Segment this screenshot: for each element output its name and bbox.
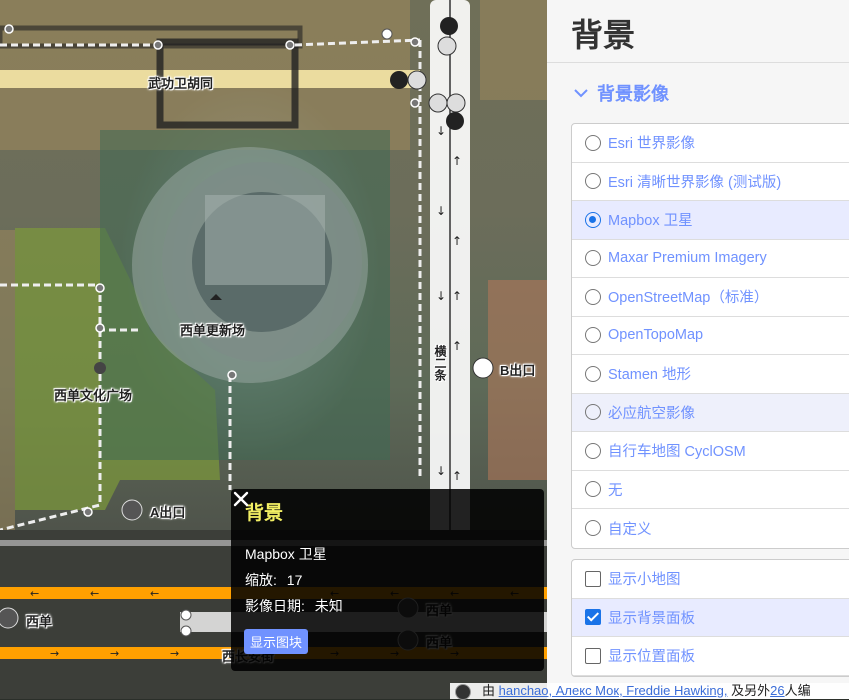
layer-item-stamen-terrain[interactable]: Stamen 地形 — [572, 355, 849, 394]
info-date-value: 未知 — [314, 598, 343, 614]
layer-item-bing-aerial[interactable]: 必应航空影像 — [572, 393, 849, 432]
svg-text:→: → — [50, 647, 59, 660]
radio-button[interactable] — [585, 134, 601, 151]
svg-text:↓: ↓ — [436, 124, 446, 138]
section-header-imagery[interactable]: 背景影像 — [573, 80, 669, 106]
svg-text:↑: ↑ — [452, 339, 462, 353]
info-zoom: 缩放: 17 — [245, 570, 302, 590]
info-date-label: 影像日期: — [245, 598, 305, 614]
info-zoom-value: 17 — [286, 572, 303, 588]
radio-button[interactable] — [585, 520, 601, 537]
layer-label: Stamen 地形 — [608, 367, 691, 384]
svg-text:↓: ↓ — [436, 464, 446, 478]
attribution-count-link[interactable]: 26 — [770, 683, 784, 698]
chevron-down-icon — [574, 89, 588, 98]
street-label-vertical: 横二条 — [433, 345, 447, 381]
svg-text:←: ← — [150, 587, 159, 600]
radio-button[interactable] — [585, 481, 601, 498]
layer-label: Esri 世界影像 — [608, 136, 695, 153]
pane-divider — [547, 62, 849, 63]
attribution-authors-link[interactable]: hanchao, Алекс Мок, Freddie Hawking, — [499, 683, 728, 698]
svg-text:←: ← — [90, 587, 99, 600]
svg-text:↑: ↑ — [452, 469, 462, 483]
layer-label: Mapbox 卫星 — [608, 213, 693, 230]
layer-label: OpenTopoMap — [608, 327, 704, 344]
svg-text:↑: ↑ — [452, 289, 462, 303]
layer-item-none[interactable]: 无 — [572, 471, 849, 509]
exit-label-a: A出口 — [150, 505, 186, 520]
radio-button[interactable] — [585, 250, 601, 267]
background-pane: 背景 背景影像 Esri 世界影像 Esri 清晰世界影像 (测试版) Mapb… — [547, 0, 849, 699]
info-zoom-label: 缩放: — [245, 572, 277, 588]
layer-label: 必应航空影像 — [608, 405, 695, 422]
svg-text:↓: ↓ — [436, 204, 446, 218]
checkbox-checked[interactable] — [585, 609, 601, 626]
radio-button[interactable] — [585, 404, 601, 421]
layer-label: 无 — [608, 482, 623, 499]
layer-item-esri-clarity[interactable]: Esri 清晰世界影像 (测试版) — [572, 163, 849, 201]
attribution-prefix: 由 — [482, 683, 496, 698]
poi-label-xidan-square: 西单文化广场 — [54, 388, 133, 403]
layer-label: 自行车地图 CyclOSM — [608, 444, 746, 461]
layer-item-mapbox-satellite[interactable]: Mapbox 卫星 — [572, 201, 849, 240]
attribution-suffix: 人编 — [784, 683, 811, 698]
poi-label-xidan-gengxin: 西单更新场 — [180, 323, 246, 338]
layer-label: OpenStreetMap（标准） — [608, 290, 769, 307]
layer-item-custom[interactable]: 自定义 — [572, 509, 849, 548]
svg-text:↓: ↓ — [436, 289, 446, 303]
layer-item-opentopomap[interactable]: OpenTopoMap — [572, 317, 849, 355]
radio-button[interactable] — [585, 173, 601, 190]
svg-text:→: → — [110, 647, 119, 660]
attribution-bar: 由 hanchao, Алекс Мок, Freddie Hawking, 及… — [450, 683, 849, 699]
option-show-location-panel[interactable]: 显示位置面板 — [572, 637, 849, 676]
exit-label-b: B出口 — [500, 363, 536, 378]
layer-item-cyclosm[interactable]: 自行车地图 CyclOSM — [572, 432, 849, 471]
layer-item-esri-world[interactable]: Esri 世界影像 — [572, 124, 849, 163]
layer-label: 自定义 — [608, 521, 652, 538]
info-source: Mapbox 卫星 — [245, 546, 327, 562]
close-icon[interactable] — [231, 489, 251, 509]
svg-text:←: ← — [30, 587, 39, 600]
background-info-panel: 背景 Mapbox 卫星 缩放: 17 影像日期: 未知 显示图块 — [231, 489, 544, 671]
radio-button[interactable] — [585, 365, 601, 382]
section-label: 背景影像 — [597, 84, 669, 104]
svg-text:↑: ↑ — [452, 234, 462, 248]
attribution-middle: 及另外 — [731, 683, 771, 698]
display-option-list: 显示小地图 显示背景面板 显示位置面板 — [571, 559, 849, 677]
map-viewport[interactable]: ↓↑↓↑ ↓↑↑↓ ↑ ←←←←←←← →→→→→→ — [0, 0, 547, 699]
svg-text:↑: ↑ — [452, 154, 462, 168]
layer-label: Maxar Premium Imagery — [608, 250, 767, 267]
street-label-wugong: 武功卫胡同 — [148, 76, 214, 91]
station-label-xidan-left: 西单 — [26, 614, 53, 629]
svg-text:→: → — [170, 647, 179, 660]
layer-item-maxar-premium[interactable]: Maxar Premium Imagery — [572, 240, 849, 278]
pane-title: 背景 — [571, 17, 636, 53]
imagery-layer-list: Esri 世界影像 Esri 清晰世界影像 (测试版) Mapbox 卫星 Ma… — [571, 123, 849, 549]
layer-item-osm-standard[interactable]: OpenStreetMap（标准） — [572, 278, 849, 317]
avatar — [455, 684, 471, 700]
option-show-minimap[interactable]: 显示小地图 — [572, 560, 849, 599]
checkbox[interactable] — [585, 647, 601, 664]
radio-button[interactable] — [585, 288, 601, 305]
radio-button[interactable] — [585, 327, 601, 344]
option-label: 显示小地图 — [608, 572, 681, 589]
layer-label: Esri 清晰世界影像 (测试版) — [608, 174, 782, 191]
option-label: 显示背景面板 — [608, 610, 695, 627]
info-date: 影像日期: 未知 — [245, 596, 343, 616]
option-label: 显示位置面板 — [608, 649, 695, 666]
checkbox[interactable] — [585, 570, 601, 587]
option-show-background-panel[interactable]: 显示背景面板 — [572, 598, 849, 637]
show-tiles-button[interactable]: 显示图块 — [244, 629, 309, 654]
radio-button-selected[interactable] — [585, 211, 601, 228]
radio-button[interactable] — [585, 442, 601, 459]
